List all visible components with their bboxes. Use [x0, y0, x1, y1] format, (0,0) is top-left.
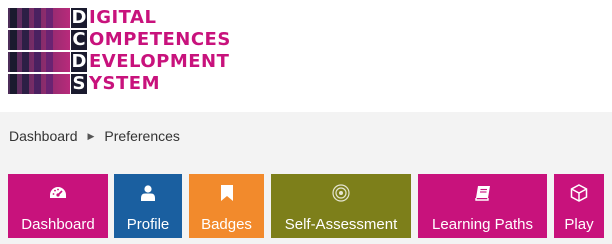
target-icon — [332, 184, 350, 202]
user-icon — [139, 184, 157, 202]
breadcrumb-link-dashboard[interactable]: Dashboard — [9, 128, 78, 144]
nav-label: Learning Paths — [432, 216, 533, 233]
nav-label: Play — [564, 216, 594, 233]
breadcrumb-current: Preferences — [104, 128, 180, 144]
nav-play-button[interactable]: Play — [554, 174, 604, 238]
nav-learning-paths-button[interactable]: Learning Paths — [418, 174, 547, 238]
logo-initial: D — [71, 7, 87, 28]
nav-profile-button[interactable]: Profile — [114, 174, 182, 238]
main-nav: Dashboard Profile Badges Self-Assessment… — [0, 162, 612, 244]
dcds-logo[interactable]: D IGITAL C OMPETENCES D EVELOPMENT S YST… — [8, 6, 230, 96]
logo-initial: S — [71, 73, 87, 94]
nav-label: Dashboard — [21, 216, 95, 233]
breadcrumb-separator-icon: ▶ — [87, 130, 95, 141]
nav-dashboard-button[interactable]: Dashboard — [8, 174, 108, 238]
breadcrumb: Dashboard ▶ Preferences — [9, 128, 180, 144]
logo-word: EVELOPMENT — [89, 51, 230, 72]
logo-row-system: S YSTEM — [8, 74, 230, 94]
logo-row-competences: C OMPETENCES — [8, 30, 230, 50]
logo-row-development: D EVELOPMENT — [8, 52, 230, 72]
nav-label: Profile — [126, 216, 170, 233]
breadcrumb-bar: Dashboard ▶ Preferences — [0, 112, 612, 162]
nav-label: Badges — [201, 216, 252, 233]
nav-badges-button[interactable]: Badges — [189, 174, 264, 238]
logo-initial: C — [71, 29, 87, 50]
logo-row-digital: D IGITAL — [8, 8, 230, 28]
logo-word: OMPETENCES — [89, 29, 231, 50]
box-icon — [570, 184, 588, 202]
nav-label: Self-Assessment — [284, 216, 398, 233]
site-header: D IGITAL C OMPETENCES D EVELOPMENT S YST… — [0, 0, 612, 112]
nav-self-assessment-button[interactable]: Self-Assessment — [271, 174, 411, 238]
speedometer-icon — [49, 184, 67, 202]
logo-initial: D — [71, 51, 87, 72]
logo-word: YSTEM — [89, 73, 160, 94]
logo-word: IGITAL — [89, 7, 157, 28]
bookmark-icon — [218, 184, 236, 202]
book-icon — [474, 184, 492, 202]
